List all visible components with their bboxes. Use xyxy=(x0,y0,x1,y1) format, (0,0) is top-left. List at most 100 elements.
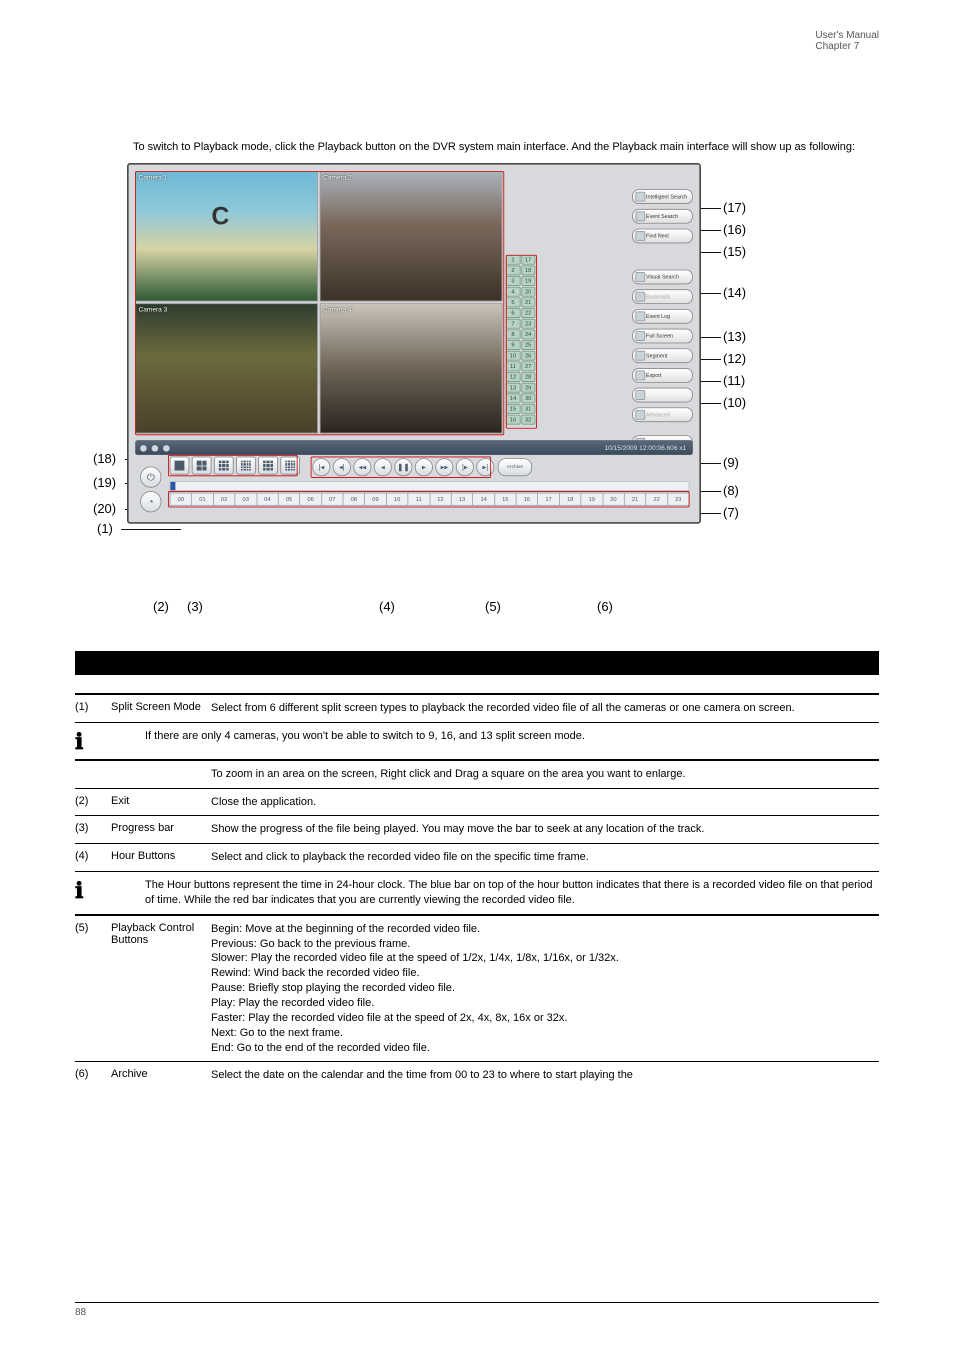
video-grid: Camera 1 Camera 2 Camera 3 Camera 4 xyxy=(135,171,502,433)
hour-button[interactable]: 22 xyxy=(645,492,667,505)
faster-button[interactable]: ▸▸ xyxy=(435,458,453,476)
layout-8-button[interactable] xyxy=(258,456,278,474)
layout-9-button[interactable] xyxy=(214,456,234,474)
channel-button[interactable]: 26 xyxy=(521,351,535,361)
channel-button[interactable]: 25 xyxy=(521,340,535,350)
hour-button[interactable]: 20 xyxy=(602,492,624,505)
status-bar: 10/15/2009 12:00:06.606 x1 xyxy=(135,440,693,455)
hour-button[interactable]: 04 xyxy=(256,492,278,505)
channel-button[interactable]: 18 xyxy=(521,265,535,275)
progress-bar[interactable] xyxy=(170,481,690,491)
layout-16-button[interactable] xyxy=(236,456,256,474)
channel-button[interactable]: 8 xyxy=(506,329,520,339)
visual-search-button[interactable]: Visual Search xyxy=(632,269,693,284)
callout-14: (14) xyxy=(723,285,746,300)
full-screen-button[interactable]: Full Screen xyxy=(632,328,693,343)
find-next-button[interactable]: Find Next xyxy=(632,228,693,243)
channel-button[interactable]: 20 xyxy=(521,287,535,297)
channel-button[interactable]: 10 xyxy=(506,351,520,361)
status-text: 10/15/2009 12:00:06.606 x1 xyxy=(605,444,687,451)
play-button[interactable]: ▸ xyxy=(415,458,433,476)
channel-button[interactable]: 2 xyxy=(506,265,520,275)
camera-4-view[interactable]: Camera 4 xyxy=(320,303,503,433)
table-num: (5) xyxy=(75,922,111,934)
archive-button[interactable]: Archive xyxy=(498,458,532,476)
channel-button[interactable]: 23 xyxy=(521,319,535,329)
channel-button[interactable]: 16 xyxy=(506,415,520,425)
channel-button[interactable]: 6 xyxy=(506,308,520,318)
channel-button[interactable]: 7 xyxy=(506,319,520,329)
channel-button[interactable]: 15 xyxy=(506,404,520,414)
pause-button[interactable]: ❚❚ xyxy=(394,458,412,476)
channel-button[interactable]: 32 xyxy=(521,415,535,425)
channel-button[interactable]: 9 xyxy=(506,340,520,350)
exit-button[interactable]: ⏻ xyxy=(140,466,161,487)
layout-4-button[interactable] xyxy=(192,456,212,474)
hour-button[interactable]: 13 xyxy=(451,492,473,505)
layout-13-button[interactable] xyxy=(280,456,300,474)
table-label: Hour Buttons xyxy=(111,850,211,862)
camera-2-view[interactable]: Camera 2 xyxy=(320,171,503,301)
segment-button[interactable]: Segment xyxy=(632,348,693,363)
hour-button[interactable]: 23 xyxy=(667,492,689,505)
hour-button[interactable]: 07 xyxy=(321,492,343,505)
table-desc: The Hour buttons represent the time in 2… xyxy=(145,878,879,908)
hour-button[interactable]: 10 xyxy=(386,492,408,505)
camera-1-view[interactable]: Camera 1 xyxy=(135,171,318,301)
channel-button[interactable]: 27 xyxy=(521,361,535,371)
hour-button[interactable]: 06 xyxy=(299,492,321,505)
hour-button[interactable]: 15 xyxy=(494,492,516,505)
next-frame-button[interactable]: |▸ xyxy=(456,458,474,476)
previous-frame-button[interactable]: ◂| xyxy=(333,458,351,476)
channel-button[interactable]: 22 xyxy=(521,308,535,318)
event-search-button[interactable]: Event Search xyxy=(632,209,693,224)
channel-button[interactable]: 13 xyxy=(506,383,520,393)
side-panel: Intelligent Search Event Search Find Nex… xyxy=(632,189,693,450)
camera-3-view[interactable]: Camera 3 xyxy=(135,303,318,433)
begin-button[interactable]: |◂ xyxy=(312,458,330,476)
slower-button[interactable]: ◂◂ xyxy=(353,458,371,476)
channel-button[interactable]: 19 xyxy=(521,276,535,286)
hour-button[interactable]: 21 xyxy=(624,492,646,505)
hour-button[interactable]: 01 xyxy=(191,492,213,505)
channel-button[interactable]: 24 xyxy=(521,329,535,339)
callout-3: (3) xyxy=(187,599,203,614)
hour-button[interactable]: 08 xyxy=(343,492,365,505)
channel-button[interactable]: 4 xyxy=(506,287,520,297)
channel-button[interactable]: 31 xyxy=(521,404,535,414)
channel-button[interactable]: 12 xyxy=(506,372,520,382)
channel-button[interactable]: 14 xyxy=(506,393,520,403)
hour-button[interactable]: 19 xyxy=(581,492,603,505)
bookmark-button[interactable]: Bookmark xyxy=(632,289,693,304)
channel-button[interactable]: 29 xyxy=(521,383,535,393)
event-log-button[interactable]: Event Log xyxy=(632,309,693,324)
rewind-button[interactable]: ◂ xyxy=(374,458,392,476)
hour-button[interactable]: 03 xyxy=(235,492,257,505)
channel-button[interactable]: 3 xyxy=(506,276,520,286)
hour-button[interactable]: 18 xyxy=(559,492,581,505)
hour-button[interactable]: 09 xyxy=(364,492,386,505)
channel-button[interactable]: 1 xyxy=(506,255,520,265)
advanced-button[interactable]: Advanced xyxy=(632,407,693,422)
hour-button[interactable]: 00 xyxy=(170,492,192,505)
hour-button[interactable]: 14 xyxy=(472,492,494,505)
hour-button[interactable]: 16 xyxy=(516,492,538,505)
channel-button[interactable]: 5 xyxy=(506,297,520,307)
table-num: (1) xyxy=(75,701,111,713)
intelligent-search-button[interactable]: Intelligent Search xyxy=(632,189,693,204)
channel-button[interactable]: 30 xyxy=(521,393,535,403)
channel-button[interactable]: 28 xyxy=(521,372,535,382)
export-button[interactable]: Export xyxy=(632,368,693,383)
hour-button[interactable]: 02 xyxy=(213,492,235,505)
header-meta: User's Manual Chapter 7 xyxy=(815,30,879,52)
layout-1-button[interactable] xyxy=(170,456,190,474)
hour-button[interactable]: 17 xyxy=(537,492,559,505)
hour-button[interactable]: 12 xyxy=(429,492,451,505)
end-button[interactable]: ▸| xyxy=(476,458,494,476)
hour-button[interactable]: 11 xyxy=(408,492,430,505)
channel-button[interactable]: 17 xyxy=(521,255,535,265)
hour-button[interactable]: 05 xyxy=(278,492,300,505)
hdd-button[interactable]: ◔ xyxy=(140,491,161,512)
channel-button[interactable]: 11 xyxy=(506,361,520,371)
channel-button[interactable]: 21 xyxy=(521,297,535,307)
